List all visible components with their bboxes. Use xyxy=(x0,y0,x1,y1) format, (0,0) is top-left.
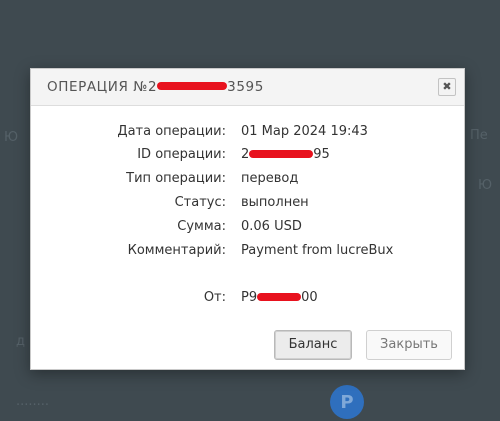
title-suffix: 3595 xyxy=(227,79,264,95)
balance-button[interactable]: Баланс xyxy=(274,330,352,360)
redaction-mark xyxy=(249,149,314,158)
background-text: Ю xyxy=(478,178,493,193)
from-value-suffix: 00 xyxy=(301,290,318,305)
from-value: P9 00 xyxy=(241,290,318,305)
from-label: От: xyxy=(203,290,226,305)
close-button[interactable]: Закрыть xyxy=(366,330,452,360)
sum-label: Сумма: xyxy=(177,219,226,234)
background-link[interactable]: ........ xyxy=(16,394,49,409)
background-text: Пе xyxy=(470,128,488,143)
id-value: 2 95 xyxy=(241,147,330,162)
dialog-title: ОПЕРАЦИЯ №2 3595 xyxy=(47,79,264,95)
avatar[interactable]: P xyxy=(330,385,364,419)
date-label: Дата операции: xyxy=(117,124,226,139)
detail-row-from: От: P9 00 xyxy=(31,290,464,308)
sum-value: 0.06 USD xyxy=(241,219,302,234)
detail-row-id: ID операции: 2 95 xyxy=(31,147,464,165)
comment-label: Комментарий: xyxy=(127,243,226,258)
detail-row-sum: Сумма: 0.06 USD xyxy=(31,219,464,237)
date-value: 01 Мар 2024 19:43 xyxy=(241,124,368,139)
id-value-suffix: 95 xyxy=(313,147,330,162)
type-label: Тип операции: xyxy=(126,171,226,186)
operation-dialog: ОПЕРАЦИЯ №2 3595 ✖ Дата операции: 01 Мар … xyxy=(30,68,465,370)
dialog-header: ОПЕРАЦИЯ №2 3595 ✖ xyxy=(31,69,464,106)
detail-row-comment: Комментарий: Payment from lucreBux xyxy=(31,243,464,261)
detail-row-date: Дата операции: 01 Мар 2024 19:43 xyxy=(31,124,464,142)
comment-value: Payment from lucreBux xyxy=(241,243,394,258)
background-text: д xyxy=(16,334,25,349)
detail-row-type: Тип операции: перевод xyxy=(31,171,464,189)
from-value-prefix: P9 xyxy=(241,290,258,305)
id-label: ID операции: xyxy=(137,147,226,162)
status-value: выполнен xyxy=(241,195,309,210)
background-text: Ю xyxy=(4,130,19,145)
id-value-prefix: 2 xyxy=(241,147,250,162)
close-icon[interactable]: ✖ xyxy=(438,78,456,96)
redaction-mark xyxy=(257,292,302,301)
title-prefix: ОПЕРАЦИЯ №2 xyxy=(47,79,158,95)
detail-row-status: Статус: выполнен xyxy=(31,195,464,213)
type-value: перевод xyxy=(241,171,299,186)
redaction-mark xyxy=(157,82,228,90)
status-label: Статус: xyxy=(174,195,226,210)
